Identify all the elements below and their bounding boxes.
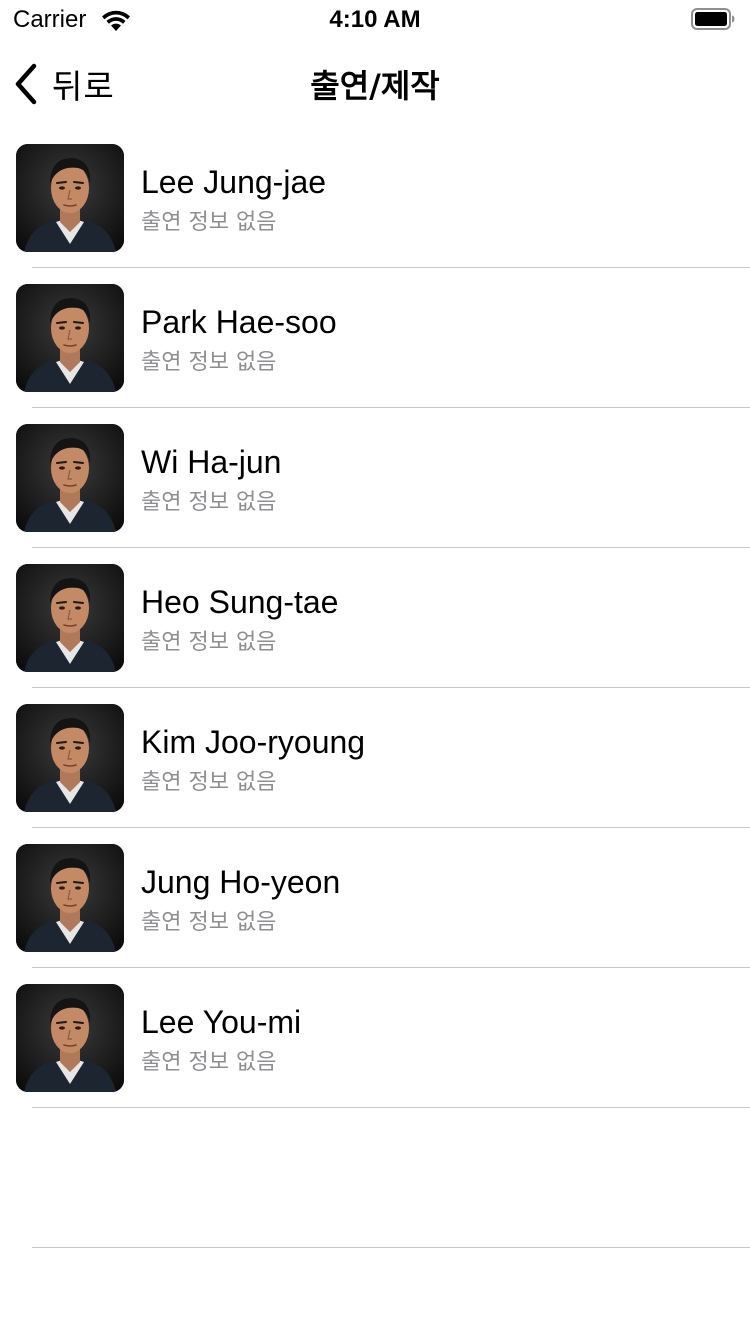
navigation-bar: 뒤로 출연/제작 xyxy=(0,40,750,128)
person-name: Kim Joo-ryoung xyxy=(141,724,366,760)
person-credit-info: 출연 정보 없음 xyxy=(141,210,277,235)
person-photo-icon xyxy=(16,424,124,532)
person-photo-icon xyxy=(16,564,124,672)
person-credit-info: 출연 정보 없음 xyxy=(141,490,277,515)
person-credit-info: 출연 정보 없음 xyxy=(141,630,277,655)
status-time: 4:10 AM xyxy=(329,6,421,33)
list-item[interactable]: Lee Jung-jae 출연 정보 없음 xyxy=(0,128,750,268)
person-credit-info: 출연 정보 없음 xyxy=(141,910,277,935)
avatar xyxy=(16,564,124,672)
avatar xyxy=(16,844,124,952)
row-separator xyxy=(32,1247,750,1248)
battery-icon xyxy=(691,8,735,30)
person-name: Heo Sung-tae xyxy=(141,584,339,620)
person-name: Wi Ha-jun xyxy=(141,444,282,480)
person-name: Lee Jung-jae xyxy=(141,164,327,200)
empty-list-cell xyxy=(0,1108,750,1248)
status-bar: Carrier 4:10 AM xyxy=(0,0,750,40)
list-item[interactable]: Lee You-mi 출연 정보 없음 xyxy=(0,968,750,1108)
people-list: Lee Jung-jae 출연 정보 없음 Park Hae-soo 출연 정보… xyxy=(0,128,750,1248)
avatar xyxy=(16,984,124,1092)
list-item[interactable]: Kim Joo-ryoung 출연 정보 없음 xyxy=(0,688,750,828)
avatar xyxy=(16,424,124,532)
avatar xyxy=(16,284,124,392)
person-photo-icon xyxy=(16,284,124,392)
person-name: Lee You-mi xyxy=(141,1004,302,1040)
person-photo-icon xyxy=(16,144,124,252)
person-name: Jung Ho-yeon xyxy=(141,864,341,900)
list-item[interactable]: Jung Ho-yeon 출연 정보 없음 xyxy=(0,828,750,968)
avatar xyxy=(16,704,124,812)
list-item[interactable]: Park Hae-soo 출연 정보 없음 xyxy=(0,268,750,408)
list-item[interactable]: Heo Sung-tae 출연 정보 없음 xyxy=(0,548,750,688)
person-credit-info: 출연 정보 없음 xyxy=(141,770,277,795)
person-name: Park Hae-soo xyxy=(141,304,337,340)
person-photo-icon xyxy=(16,704,124,812)
avatar xyxy=(16,144,124,252)
person-photo-icon xyxy=(16,984,124,1092)
list-item[interactable]: Wi Ha-jun 출연 정보 없음 xyxy=(0,408,750,548)
page-title: 출연/제작 xyxy=(310,67,440,105)
person-photo-icon xyxy=(16,844,124,952)
person-credit-info: 출연 정보 없음 xyxy=(141,1050,277,1075)
person-credit-info: 출연 정보 없음 xyxy=(141,350,277,375)
